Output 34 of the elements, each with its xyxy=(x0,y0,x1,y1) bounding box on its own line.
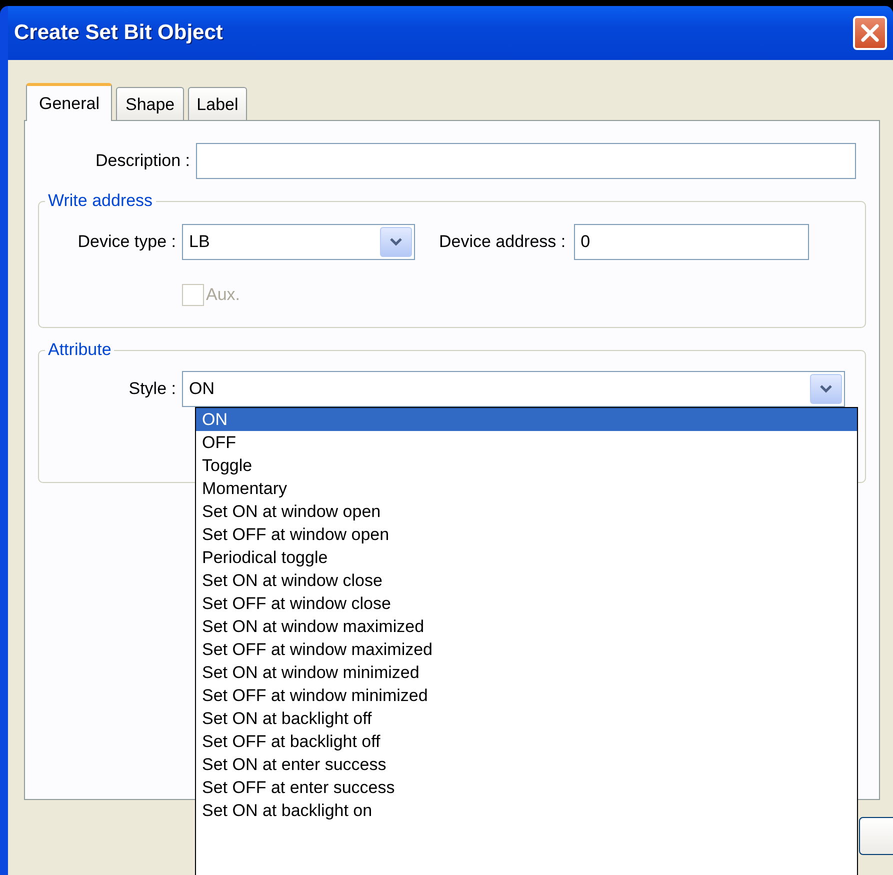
device-type-dropdown[interactable]: LB xyxy=(182,224,415,260)
dropdown-option[interactable]: Set OFF at window close xyxy=(196,592,857,615)
dropdown-option[interactable]: Set OFF at backlight off xyxy=(196,730,857,753)
description-field[interactable] xyxy=(196,143,856,179)
field-label: Description : xyxy=(94,150,191,172)
dropdown-option[interactable]: Set OFF at window maximized xyxy=(196,638,857,661)
dropdown-option[interactable]: Set ON at window close xyxy=(196,569,857,592)
field-label: Device address : xyxy=(439,231,566,254)
field-label: Style : xyxy=(128,378,177,400)
tab[interactable]: Label xyxy=(188,87,248,120)
style-dropdown[interactable]: ON xyxy=(182,371,845,407)
dropdown-option[interactable]: Set ON at enter success xyxy=(196,753,857,776)
dropdown-option[interactable]: Set ON at window open xyxy=(196,500,857,523)
dropdown-option[interactable]: Set OFF at window minimized xyxy=(196,684,857,707)
dropdown-option[interactable]: Toggle xyxy=(196,454,857,477)
dropdown-option[interactable]: Set ON at window maximized xyxy=(196,615,857,638)
dropdown-option[interactable]: ON xyxy=(196,408,857,431)
dropdown-option[interactable]: Set ON at window minimized xyxy=(196,661,857,684)
close-button[interactable] xyxy=(853,16,887,50)
tab[interactable]: Shape xyxy=(116,87,184,120)
close-icon xyxy=(859,22,881,44)
dropdown-option[interactable]: Momentary xyxy=(196,477,857,500)
dialog-button[interactable] xyxy=(859,817,893,855)
device-address-field[interactable]: 0 xyxy=(574,224,809,260)
dropdown-option[interactable]: Periodical toggle xyxy=(196,546,857,569)
dropdown-option[interactable]: Set ON at backlight on xyxy=(196,799,857,822)
dropdown-option[interactable]: Set OFF at enter success xyxy=(196,776,857,799)
dropdown-option[interactable]: Set OFF at window open xyxy=(196,523,857,546)
window-title: Create Set Bit Object xyxy=(14,20,223,46)
field-label: Device type : xyxy=(76,231,177,254)
tab[interactable]: General xyxy=(26,83,112,121)
dropdown-option[interactable]: OFF xyxy=(196,431,857,454)
dropdown-option[interactable]: Set ON at backlight off xyxy=(196,707,857,730)
checkbox-label: Aux. xyxy=(206,284,240,306)
